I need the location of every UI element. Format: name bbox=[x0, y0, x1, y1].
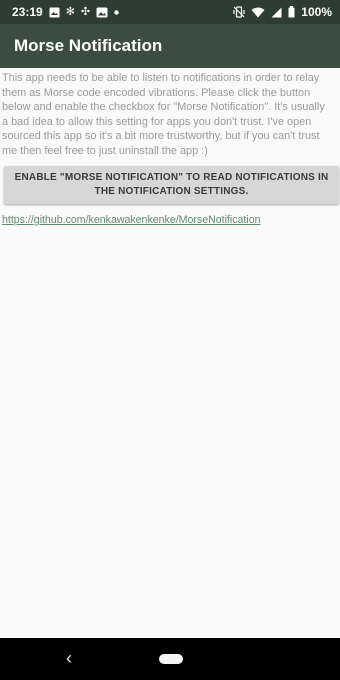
sync-icon: ✣ bbox=[80, 5, 91, 18]
home-pill-icon[interactable] bbox=[159, 654, 183, 664]
wifi-icon bbox=[251, 7, 265, 18]
github-repo-link[interactable]: https://github.com/kenkawakenkenke/Morse… bbox=[2, 214, 340, 226]
photo-icon bbox=[96, 7, 108, 18]
vibrate-icon bbox=[233, 6, 245, 18]
status-time: 23:19 bbox=[12, 5, 43, 19]
signal-icon bbox=[271, 7, 282, 18]
status-bar: 23:19 ✻ ✣ 100% bbox=[0, 0, 340, 24]
notification-dot-icon bbox=[114, 9, 119, 15]
main-content: This app needs to be able to listen to n… bbox=[0, 68, 340, 226]
app-bar: Morse Notification bbox=[0, 24, 340, 68]
battery-percent: 100% bbox=[301, 5, 332, 19]
permission-description: This app needs to be able to listen to n… bbox=[2, 72, 325, 157]
enable-notification-access-button[interactable]: ENABLE "MORSE NOTIFICATION" TO READ NOTI… bbox=[4, 166, 339, 204]
navigation-bar: ‹ bbox=[0, 638, 340, 680]
app-title: Morse Notification bbox=[14, 36, 163, 55]
battery-icon bbox=[288, 6, 295, 18]
back-icon[interactable]: ‹ bbox=[66, 649, 72, 667]
status-bar-left: 23:19 ✻ ✣ bbox=[12, 5, 119, 19]
status-bar-right: 100% bbox=[233, 5, 332, 19]
image-icon bbox=[49, 7, 60, 18]
settings-icon: ✻ bbox=[65, 5, 75, 18]
